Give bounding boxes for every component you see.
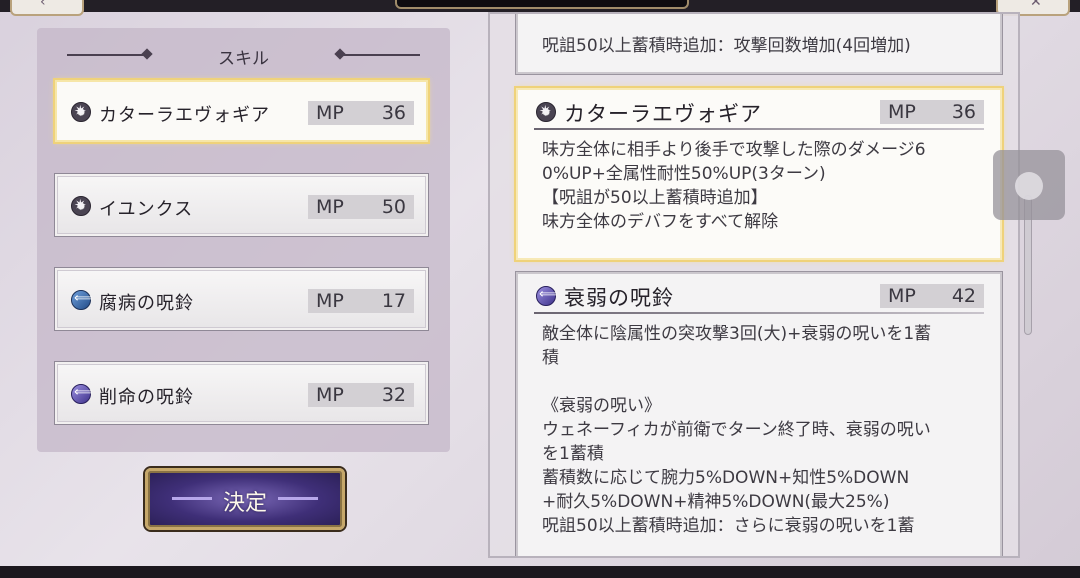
detail-card-selected: カターラエヴォギア MP 36 味方全体に相手より後手で攻撃した際のダメージ6 … bbox=[516, 88, 1002, 260]
mp-label: MP bbox=[316, 384, 344, 406]
mp-cost: MP 42 bbox=[880, 284, 984, 308]
mp-label: MP bbox=[316, 196, 344, 218]
button-wing-right bbox=[278, 497, 318, 500]
mp-cost: MP 32 bbox=[308, 383, 414, 407]
ornament-right bbox=[340, 54, 420, 56]
detail-skill-name: カターラエヴォギア bbox=[564, 102, 762, 126]
detail-desc: 敵全体に陰属性の突攻撃3回(大)+衰弱の呪いを1蓄 積 《衰弱の呪い》 ウェネー… bbox=[542, 324, 932, 536]
detail-desc: 呪詛50以上蓄積時追加：攻撃回数増加(4回増加) bbox=[542, 36, 911, 56]
skill-name: イユンクス bbox=[99, 199, 194, 220]
arrow-icon-blue bbox=[71, 290, 93, 310]
top-bar bbox=[0, 0, 1080, 12]
top-center-tab bbox=[395, 0, 689, 9]
panel-title: スキル bbox=[218, 49, 269, 69]
back-icon: ‹ bbox=[40, 0, 46, 10]
mp-label: MP bbox=[888, 285, 916, 307]
mp-label: MP bbox=[888, 101, 916, 123]
detail-card: 衰弱の呪鈴 MP 42 敵全体に陰属性の突攻撃3回(大)+衰弱の呪いを1蓄 積 … bbox=[516, 272, 1002, 556]
close-icon: ✕ bbox=[1030, 0, 1042, 10]
detail-skill-name: 衰弱の呪鈴 bbox=[564, 286, 674, 310]
skill-item[interactable]: 腐病の呪鈴 MP 17 bbox=[55, 268, 428, 330]
skill-detail-panel[interactable]: 呪詛50以上蓄積時追加：攻撃回数増加(4回増加) カターラエヴォギア MP 36… bbox=[488, 12, 1020, 558]
decide-label: 決定 bbox=[222, 491, 267, 516]
decide-button[interactable]: 決定 bbox=[145, 468, 345, 530]
scroll-handle[interactable] bbox=[993, 150, 1065, 220]
skill-item[interactable]: イユンクス MP 50 bbox=[55, 174, 428, 236]
mp-label: MP bbox=[316, 102, 344, 124]
mp-label: MP bbox=[316, 290, 344, 312]
mp-value: 32 bbox=[381, 384, 406, 406]
mp-cost: MP 50 bbox=[308, 195, 414, 219]
mp-value: 36 bbox=[381, 102, 406, 124]
detail-header: カターラエヴォギア MP 36 bbox=[518, 90, 1000, 128]
panel-header: スキル bbox=[37, 44, 450, 69]
back-button[interactable]: ‹ bbox=[10, 0, 84, 16]
mp-value: 36 bbox=[951, 101, 976, 123]
burst-icon bbox=[536, 102, 556, 122]
detail-header: 衰弱の呪鈴 MP 42 bbox=[518, 274, 1000, 312]
skill-name: 腐病の呪鈴 bbox=[99, 293, 194, 314]
skill-name: カターラエヴォギア bbox=[99, 105, 270, 126]
burst-icon bbox=[71, 102, 91, 122]
mp-cost: MP 36 bbox=[880, 100, 984, 124]
burst-icon bbox=[71, 196, 91, 216]
detail-card-partial: 呪詛50以上蓄積時追加：攻撃回数増加(4回増加) bbox=[516, 14, 1002, 74]
ornament-left bbox=[67, 54, 147, 56]
arrow-icon-purple bbox=[71, 384, 93, 404]
mp-value: 42 bbox=[951, 285, 976, 307]
bottom-bar bbox=[0, 566, 1080, 578]
mp-cost: MP 36 bbox=[308, 101, 414, 125]
skill-list-panel: スキル カターラエヴォギア MP 36 イユンクス MP 50 腐病の呪鈴 MP… bbox=[37, 28, 450, 452]
mp-cost: MP 17 bbox=[308, 289, 414, 313]
skill-item[interactable]: カターラエヴォギア MP 36 bbox=[55, 80, 428, 142]
mp-value: 50 bbox=[381, 196, 406, 218]
skill-item[interactable]: 削命の呪鈴 MP 32 bbox=[55, 362, 428, 424]
mp-value: 17 bbox=[381, 290, 406, 312]
arrow-icon-purple bbox=[536, 286, 558, 306]
skill-name: 削命の呪鈴 bbox=[99, 387, 194, 408]
detail-desc: 味方全体に相手より後手で攻撃した際のダメージ6 0%UP+全属性耐性50%UP(… bbox=[542, 140, 926, 232]
